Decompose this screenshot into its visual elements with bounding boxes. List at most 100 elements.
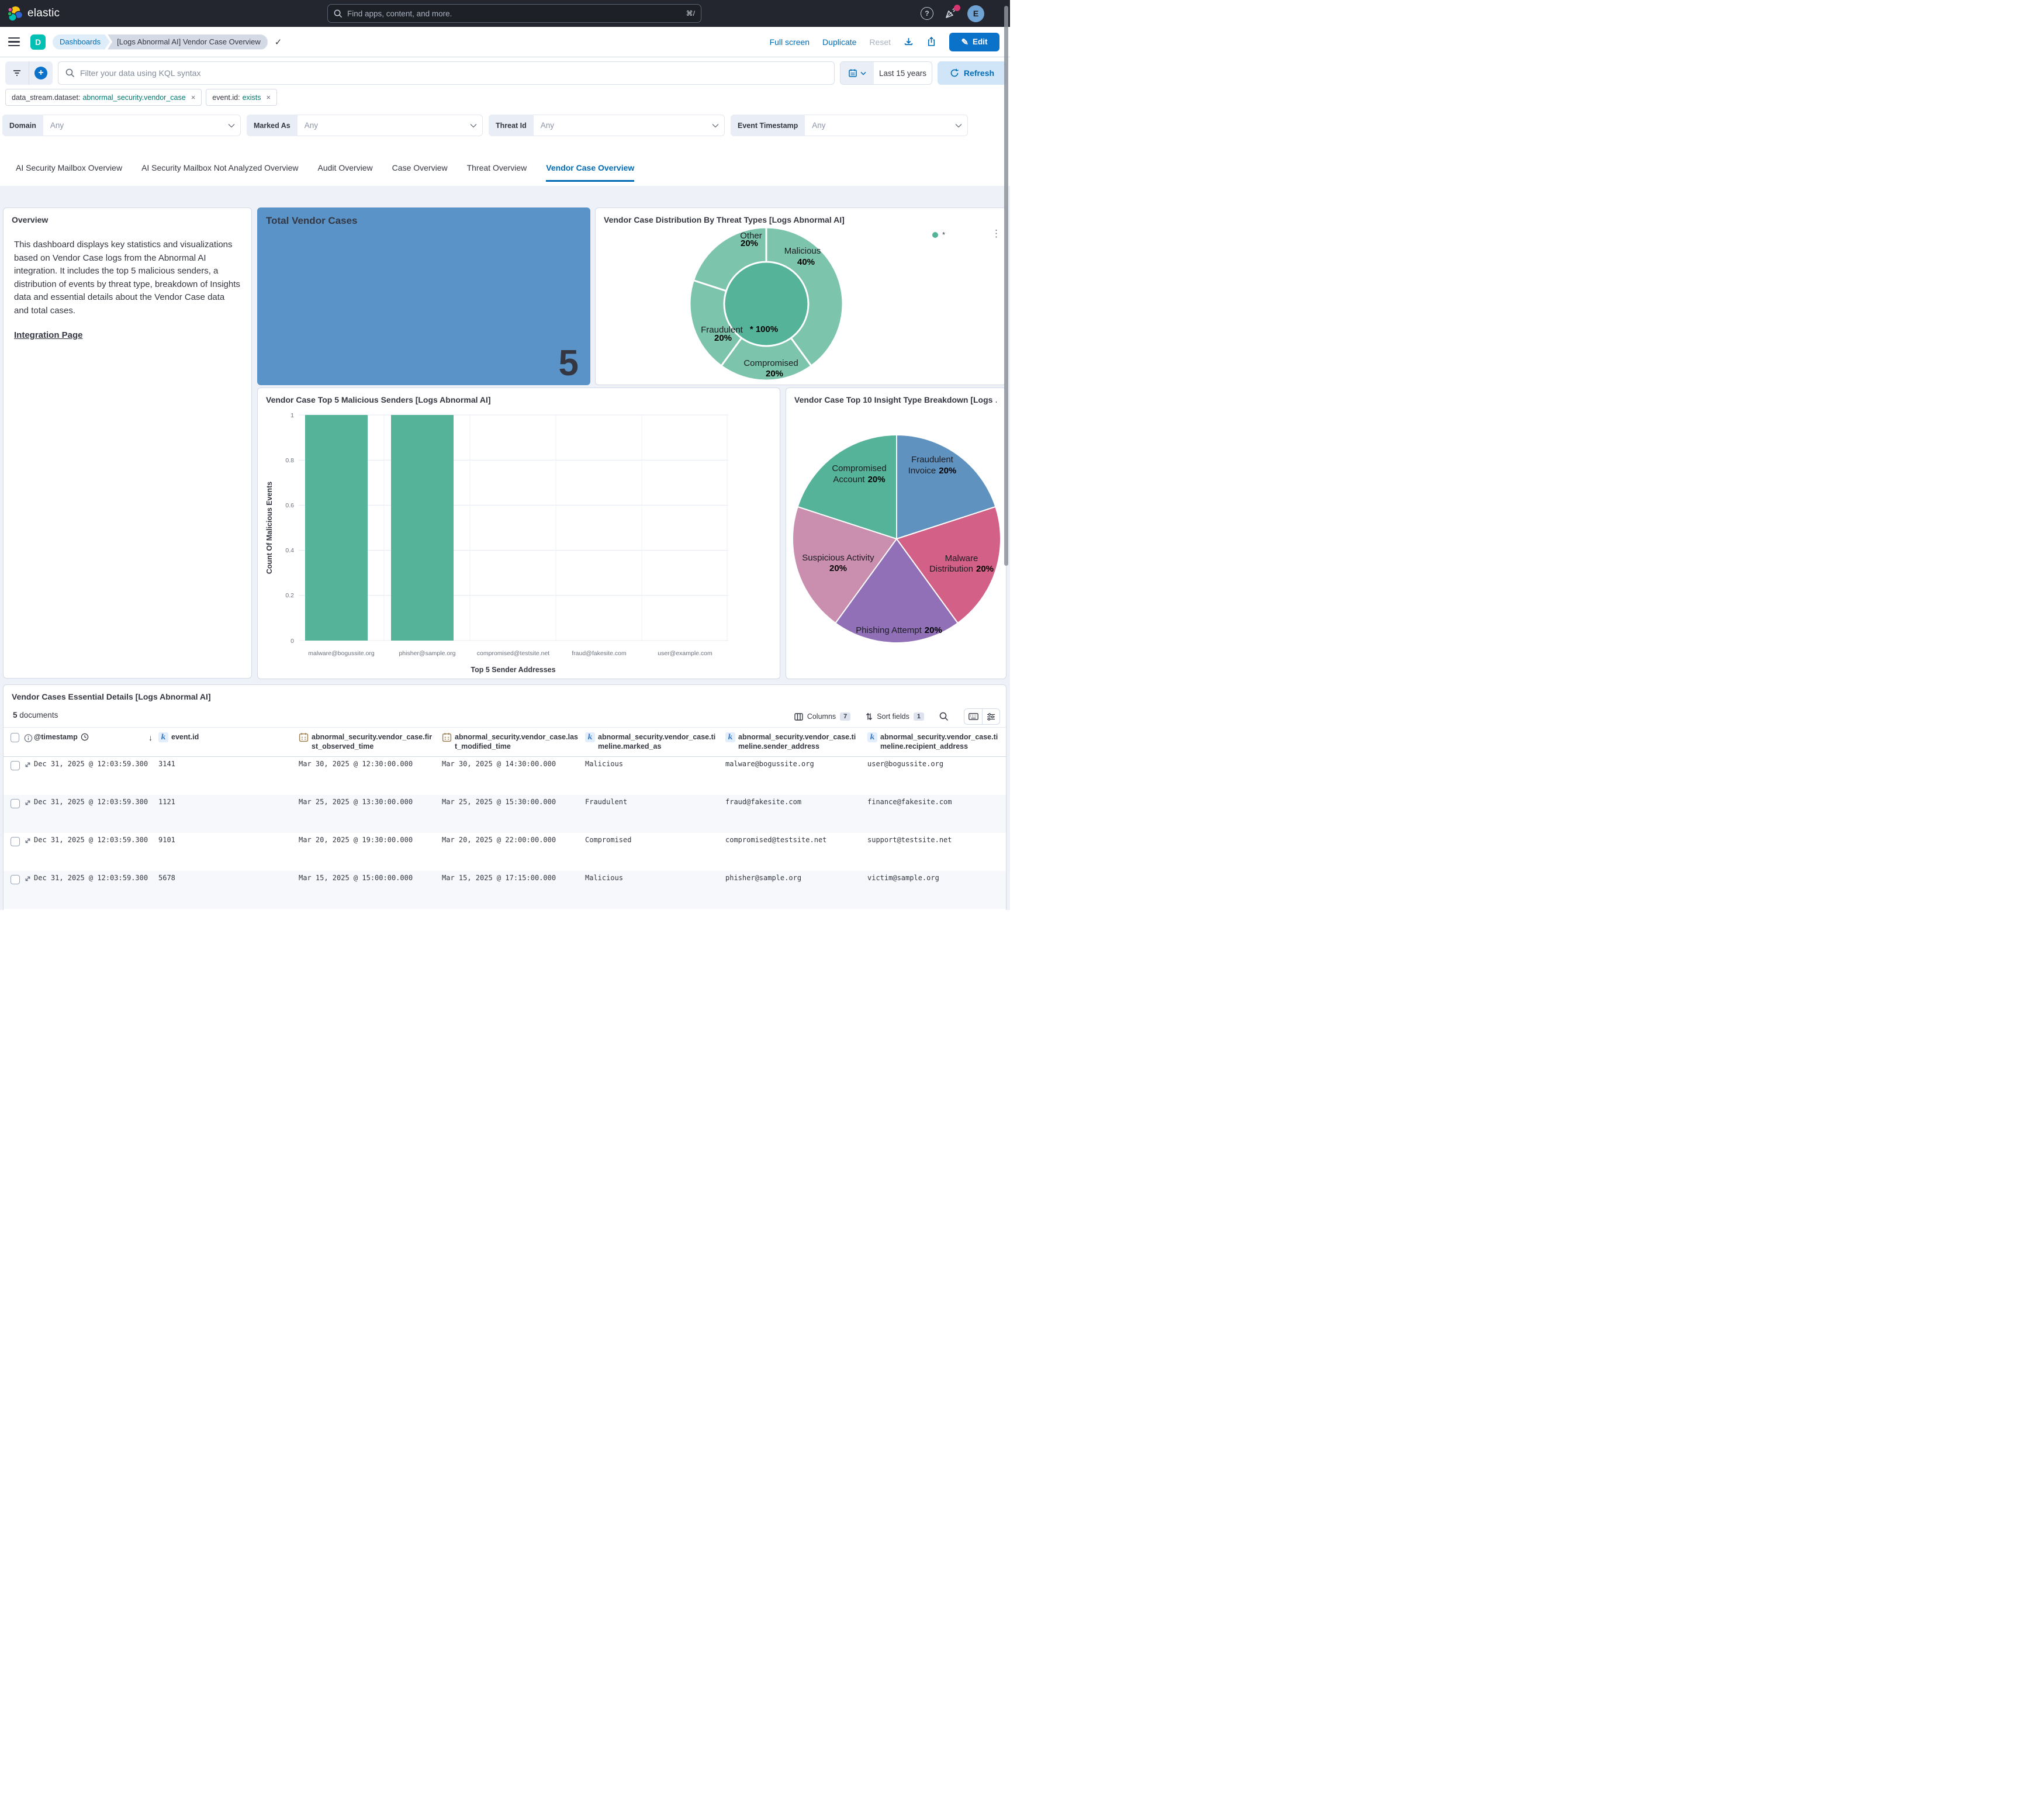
expand-row-icon[interactable] xyxy=(24,761,32,769)
avatar[interactable]: E xyxy=(967,5,984,22)
column-header-last-modified[interactable]: abnormal_security.vendor_case.last_modif… xyxy=(441,728,584,756)
kql-input[interactable] xyxy=(80,68,827,78)
bar-malware-bogussite[interactable] xyxy=(305,415,368,641)
cell-sender: user@example.com xyxy=(724,909,866,911)
plus-icon: + xyxy=(34,67,47,79)
row-checkbox[interactable] xyxy=(11,799,20,808)
select-all-checkbox[interactable] xyxy=(11,733,19,742)
metric-value: 5 xyxy=(559,342,579,384)
tab-audit-overview[interactable]: Audit Overview xyxy=(318,163,373,182)
cell-recipient: admin@example.com xyxy=(866,909,1006,911)
expand-row-icon[interactable] xyxy=(24,875,32,883)
svg-text:20%: 20% xyxy=(766,369,783,379)
close-icon[interactable]: × xyxy=(191,93,196,102)
row-checkbox[interactable] xyxy=(11,761,20,770)
add-filter-button[interactable]: + xyxy=(29,61,53,85)
help-icon[interactable]: ? xyxy=(921,7,933,20)
cell-recipient: finance@fakesite.com xyxy=(866,795,1006,833)
time-range-value[interactable]: Last 15 years xyxy=(874,62,932,84)
page-scrollbar[interactable] xyxy=(1004,6,1008,566)
menu-icon[interactable] xyxy=(8,37,20,47)
global-search-input[interactable] xyxy=(347,9,682,18)
filter-pill-event-id[interactable]: event.id: exists × xyxy=(206,89,277,106)
calendar-menu-button[interactable] xyxy=(840,62,874,84)
tab-ai-security-mailbox-overview[interactable]: AI Security Mailbox Overview xyxy=(16,163,122,182)
kql-search[interactable] xyxy=(58,61,835,85)
columns-count-badge: 7 xyxy=(840,712,850,721)
refresh-button[interactable]: Refresh xyxy=(938,61,1006,85)
integration-page-link[interactable]: Integration Page xyxy=(14,330,83,340)
edit-button[interactable]: ✎ Edit xyxy=(949,33,999,51)
global-search[interactable]: ⌘/ xyxy=(327,4,701,23)
breadcrumb-dashboards[interactable]: Dashboards xyxy=(53,34,110,50)
elastic-logo-icon xyxy=(7,5,23,22)
svg-text:Suspicious Activity: Suspicious Activity xyxy=(802,553,874,563)
tab-case-overview[interactable]: Case Overview xyxy=(392,163,448,182)
overview-text: This dashboard displays key statistics a… xyxy=(4,224,251,317)
keyboard-shortcuts-button[interactable] xyxy=(964,709,982,724)
column-header-sender-address[interactable]: k abnormal_security.vendor_case.timeline… xyxy=(724,728,866,756)
dashboard-app-badge[interactable]: D xyxy=(30,34,46,50)
table-row: Dec 31, 2025 @ 12:03:59.300 3141 Mar 30,… xyxy=(4,757,1006,795)
row-checkbox[interactable] xyxy=(11,875,20,884)
expand-row-icon[interactable] xyxy=(24,837,32,845)
filter-pill-dataset[interactable]: data_stream.dataset: abnormal_security.v… xyxy=(5,89,202,106)
display-options-button[interactable] xyxy=(982,709,999,724)
elastic-logo[interactable]: elastic xyxy=(7,5,60,22)
control-threat-id[interactable]: Threat Id Any xyxy=(489,115,725,136)
cell-timestamp: Dec 31, 2025 @ 12:03:59.300 xyxy=(33,795,157,833)
columns-button[interactable]: Columns 7 xyxy=(794,712,850,721)
breadcrumb-current[interactable]: [Logs Abnormal AI] Vendor Case Overview xyxy=(108,34,268,50)
filter-menu-button[interactable] xyxy=(5,61,29,85)
newsfeed-icon[interactable] xyxy=(944,7,957,20)
cell-marked-as: Compromised xyxy=(584,833,724,871)
column-header-timestamp[interactable]: @timestamp ↓ xyxy=(33,728,157,756)
info-icon[interactable] xyxy=(24,733,33,743)
control-marked-as[interactable]: Marked As Any xyxy=(247,115,483,136)
control-event-timestamp[interactable]: Event Timestamp Any xyxy=(731,115,968,136)
total-vendor-cases-panel[interactable]: Total Vendor Cases 5 xyxy=(257,207,590,385)
chevron-down-icon xyxy=(712,115,725,136)
brand-name: elastic xyxy=(27,7,60,20)
cell-timestamp: Dec 31, 2025 @ 12:03:57.320 xyxy=(33,909,157,911)
tab-vendor-case-overview[interactable]: Vendor Case Overview xyxy=(546,163,634,182)
row-checkbox[interactable] xyxy=(11,837,20,846)
essential-details-panel: Vendor Cases Essential Details [Logs Abn… xyxy=(3,684,1006,910)
table-row: Dec 31, 2025 @ 12:03:59.300 1121 Mar 25,… xyxy=(4,795,1006,833)
keyword-field-icon: k xyxy=(867,732,877,742)
svg-text:compromised@testsite.net: compromised@testsite.net xyxy=(477,650,550,657)
column-header-marked-as[interactable]: k abnormal_security.vendor_case.timeline… xyxy=(584,728,724,756)
tab-threat-overview[interactable]: Threat Overview xyxy=(467,163,527,182)
tab-ai-security-mailbox-not-analyzed[interactable]: AI Security Mailbox Not Analyzed Overvie… xyxy=(141,163,298,182)
svg-text:20%: 20% xyxy=(714,333,732,343)
share-icon[interactable] xyxy=(926,37,936,47)
column-header-first-observed[interactable]: abnormal_security.vendor_case.first_obse… xyxy=(298,728,441,756)
cell-last-modified: Mar 25, 2025 @ 15:30:00.000 xyxy=(441,795,584,833)
svg-text:Phishing Attempt20%: Phishing Attempt20% xyxy=(856,625,942,635)
sort-fields-button[interactable]: Sort fields 1 xyxy=(866,712,924,721)
bar-phisher-sample[interactable] xyxy=(391,415,454,641)
svg-text:0.6: 0.6 xyxy=(285,502,294,509)
donut-chart: Malicious 40% Compromised 20% Fraudulent… xyxy=(596,208,1007,386)
table-row: Dec 31, 2025 @ 12:03:59.300 9101 Mar 20,… xyxy=(4,833,1006,871)
column-header-recipient-address[interactable]: k abnormal_security.vendor_case.timeline… xyxy=(866,728,1006,756)
expand-row-icon[interactable] xyxy=(24,799,32,807)
cell-last-modified: Mar 15, 2025 @ 17:15:00.000 xyxy=(441,871,584,909)
svg-text:Invoice20%: Invoice20% xyxy=(908,466,957,476)
control-domain[interactable]: Domain Any xyxy=(2,115,241,136)
sort-descending-icon[interactable]: ↓ xyxy=(148,732,153,743)
table-row: Dec 31, 2025 @ 12:03:57.320 1234 Mar 1, … xyxy=(4,909,1006,911)
duplicate-button[interactable]: Duplicate xyxy=(822,37,856,47)
close-icon[interactable]: × xyxy=(267,93,271,102)
filter-pills: data_stream.dataset: abnormal_security.v… xyxy=(5,89,277,106)
cell-first-observed: Mar 15, 2025 @ 15:00:00.000 xyxy=(298,871,441,909)
cell-last-modified: Mar 1, 2025 @ 17:30:00.000 xyxy=(441,909,584,911)
full-screen-button[interactable]: Full screen xyxy=(770,37,810,47)
table-search-button[interactable] xyxy=(939,712,949,721)
sort-icon xyxy=(866,712,873,721)
download-icon[interactable] xyxy=(904,37,914,47)
reset-button[interactable]: Reset xyxy=(869,37,891,47)
cell-first-observed: Mar 20, 2025 @ 19:30:00.000 xyxy=(298,833,441,871)
svg-text:Compromised: Compromised xyxy=(743,358,798,368)
column-header-event-id[interactable]: k event.id xyxy=(157,728,298,756)
